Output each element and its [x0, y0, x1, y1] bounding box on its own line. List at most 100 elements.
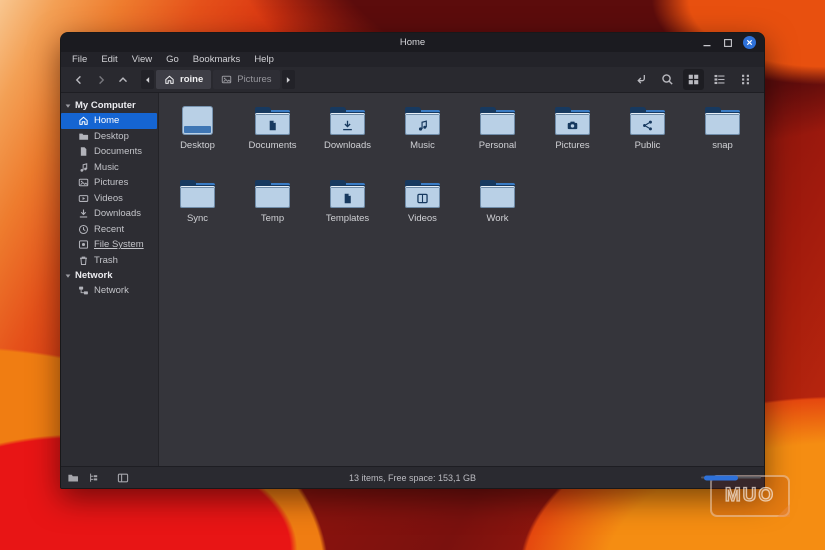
menu-file[interactable]: File: [65, 54, 94, 65]
folder-icon: [705, 107, 740, 135]
file-item-snap[interactable]: snap: [685, 95, 760, 168]
sidebar-item-network[interactable]: Network: [61, 283, 157, 299]
file-icon-wrap: [480, 103, 515, 135]
network-icon: [79, 286, 88, 295]
path-segment-label: Pictures: [237, 74, 272, 85]
menu-view[interactable]: View: [125, 54, 159, 65]
sidebar-item-label: Videos: [94, 192, 123, 204]
sidebar-item-label: Network: [94, 285, 129, 297]
sidebar-item-downloads[interactable]: Downloads: [61, 206, 157, 222]
page-emblem-icon: [255, 115, 290, 135]
folder-icon: [480, 107, 515, 135]
path-breadcrumb: roine Pictures: [141, 70, 295, 89]
file-item-temp[interactable]: Temp: [235, 168, 310, 241]
trash-icon: [80, 256, 87, 265]
compact-view-button[interactable]: [735, 69, 756, 90]
jump-icon: [637, 74, 645, 84]
path-segment-roine[interactable]: roine: [156, 70, 212, 89]
page-emblem-icon: [330, 188, 365, 208]
titlebar[interactable]: Home: [61, 33, 764, 52]
file-item-music[interactable]: Music: [385, 95, 460, 168]
sidebar-item-documents[interactable]: Documents: [61, 144, 157, 160]
image-icon: [222, 75, 232, 84]
path-scroll-right-button[interactable]: [281, 70, 295, 89]
home-icon: [79, 116, 88, 126]
sidebar-item-desktop[interactable]: Desktop: [61, 129, 157, 145]
file-icon-wrap: [480, 176, 515, 208]
sidebar-section-my-computer[interactable]: My Computer: [61, 98, 158, 113]
file-label: Music: [410, 140, 435, 151]
file-item-personal[interactable]: Personal: [460, 95, 535, 168]
minimize-button[interactable]: [701, 37, 713, 49]
sidebar-item-recent[interactable]: Recent: [61, 222, 157, 238]
path-segment-pictures[interactable]: Pictures: [213, 70, 280, 89]
jump-to-path-button[interactable]: [631, 69, 652, 90]
desktop-wallpaper: Home File Edit View Go Bookmarks Help roine Pi…: [0, 0, 825, 550]
file-label: Videos: [408, 213, 437, 224]
file-item-work[interactable]: Work: [460, 168, 535, 241]
sidebar-item-trash[interactable]: Trash: [61, 253, 157, 269]
sidebar-item-videos[interactable]: Videos: [61, 191, 157, 207]
compact-view-icon: [742, 74, 749, 85]
file-grid[interactable]: Desktop Documents Downloads Music Personal Pi…: [159, 93, 764, 466]
folder-icon: [480, 180, 515, 208]
image-icon: [78, 178, 89, 187]
places-pane-button[interactable]: [67, 472, 79, 484]
sidebar-item-file-system[interactable]: File System: [61, 237, 157, 253]
page-icon: [269, 120, 276, 130]
menu-go[interactable]: Go: [159, 54, 186, 65]
share-icon: [643, 120, 652, 130]
side-pane-toggle-button[interactable]: [117, 472, 129, 484]
up-button[interactable]: [113, 70, 132, 89]
file-manager-window: Home File Edit View Go Bookmarks Help roine Pi…: [60, 32, 765, 489]
sidebar-item-home[interactable]: Home: [61, 113, 157, 129]
folder-icon: [255, 180, 290, 208]
statusbar-buttons: [67, 472, 129, 484]
tree-icon: [90, 473, 98, 482]
icon-size-slider[interactable]: [701, 473, 761, 482]
file-icon-wrap: [330, 176, 365, 208]
menu-edit[interactable]: Edit: [94, 54, 124, 65]
slider-handle[interactable]: [704, 475, 738, 480]
sidebar-item-music[interactable]: Music: [61, 160, 157, 176]
triangle-left-icon: [145, 76, 149, 83]
statusbar: 13 items, Free space: 153,1 GB: [61, 466, 764, 488]
folder-icon: [630, 107, 665, 135]
file-icon-wrap: [182, 103, 213, 135]
file-label: Downloads: [324, 140, 371, 151]
file-icon-wrap: [255, 176, 290, 208]
file-item-pictures[interactable]: Pictures: [535, 95, 610, 168]
file-item-sync[interactable]: Sync: [160, 168, 235, 241]
menu-bookmarks[interactable]: Bookmarks: [186, 54, 248, 65]
sidebar-section-network[interactable]: Network: [61, 268, 158, 283]
file-item-downloads[interactable]: Downloads: [310, 95, 385, 168]
folder-icon: [255, 107, 290, 135]
close-button[interactable]: [743, 36, 756, 49]
file-icon-wrap: [330, 103, 365, 135]
expander-icon: [65, 104, 71, 108]
file-item-documents[interactable]: Documents: [235, 95, 310, 168]
file-item-desktop[interactable]: Desktop: [160, 95, 235, 168]
forward-button[interactable]: [91, 70, 110, 89]
download-emblem-icon: [330, 115, 365, 135]
file-label: Temp: [260, 213, 285, 224]
maximize-button[interactable]: [722, 37, 734, 49]
sidebar-item-pictures[interactable]: Pictures: [61, 175, 157, 191]
back-button[interactable]: [69, 70, 88, 89]
file-item-videos[interactable]: Videos: [385, 168, 460, 241]
desktop-icon: [182, 106, 213, 135]
file-label: Desktop: [180, 140, 215, 151]
file-item-public[interactable]: Public: [610, 95, 685, 168]
icon-view-button[interactable]: [683, 69, 704, 90]
search-button[interactable]: [657, 69, 678, 90]
path-scroll-left-button[interactable]: [141, 70, 154, 89]
sidebar-item-label: Pictures: [94, 177, 129, 189]
sidebar-item-label: File System: [94, 239, 144, 251]
folder-pane-icon: [68, 474, 78, 481]
menu-help[interactable]: Help: [247, 54, 281, 65]
file-label: snap: [712, 140, 733, 151]
directory-tree-button[interactable]: [88, 472, 100, 484]
file-item-templates[interactable]: Templates: [310, 168, 385, 241]
window-title: Home: [399, 37, 426, 48]
list-view-button[interactable]: [709, 69, 730, 90]
